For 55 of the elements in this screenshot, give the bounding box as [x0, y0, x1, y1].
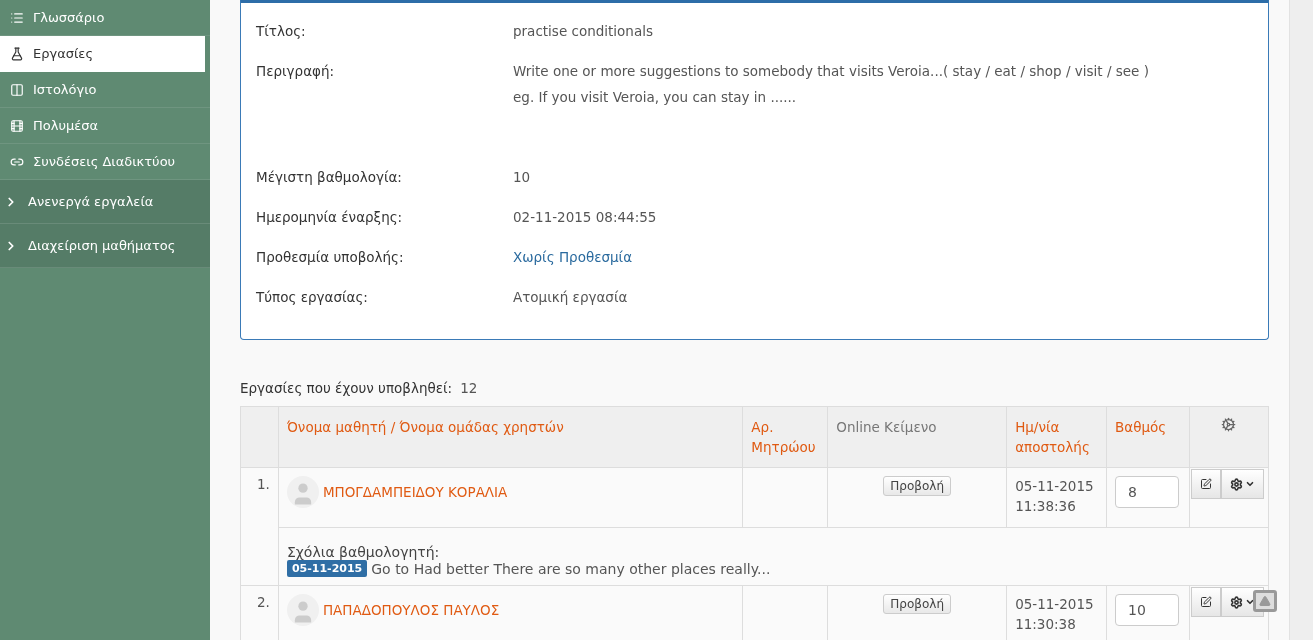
date-badge: 05-11-2015 — [286, 560, 368, 577]
sidebar-section[interactable]: Διαχείριση μαθήματος — [0, 224, 210, 268]
field-value: eg. If you visit Veroia, you can stay in ...... — [513, 89, 798, 105]
submission-time: 11:30:38 — [1015, 615, 1077, 634]
grade-input[interactable]: 10 — [1115, 594, 1179, 626]
column-header[interactable]: Βαθμός — [1106, 406, 1190, 468]
comments-label: Σχόλια βαθμολογητή: — [286, 544, 441, 560]
sidebar-section[interactable]: Ανενεργά εργαλεία — [0, 180, 210, 224]
comment-text: Go to Had better There are so many other places really... — [371, 560, 771, 577]
field-value: 10 — [513, 169, 531, 185]
submission-date: 05-11-2015 — [1015, 595, 1095, 614]
field-label: Ημερομηνία έναρξης: — [256, 209, 404, 227]
view-button[interactable]: Προβολή — [883, 476, 952, 496]
submission-time: 11:38:36 — [1015, 497, 1077, 516]
edit-button[interactable] — [1191, 587, 1221, 617]
field-label: Προθεσμία υποβολής: — [256, 249, 405, 267]
caret-icon — [1245, 597, 1255, 607]
column-header[interactable]: Ημ/νία αποστολής — [1006, 406, 1107, 468]
sidebar-item-icon — [10, 118, 24, 133]
settings-icon — [1230, 595, 1243, 609]
field-value: practise conditionals — [513, 23, 653, 39]
gears-icon — [1221, 417, 1237, 432]
field-label: Τύπος εργασίας: — [256, 289, 369, 307]
edit-button[interactable] — [1191, 469, 1221, 499]
field-label: Μέγιστη βαθμολογία: — [256, 169, 403, 187]
triangle-icon — [1259, 595, 1271, 607]
submission-date: 05-11-2015 — [1015, 477, 1095, 496]
edit-icon — [1200, 478, 1212, 490]
settings-icon — [1230, 477, 1243, 491]
sidebar-item[interactable]: Ιστολόγιο — [0, 72, 210, 108]
avatar-icon — [286, 594, 319, 626]
sidebar-item[interactable]: Εργασίες — [0, 36, 205, 72]
field-label: Περιγραφή: — [256, 63, 336, 81]
settings-dropdown-button[interactable] — [1221, 469, 1264, 499]
submissions-label: Εργασίες που έχουν υποβληθεί: — [240, 380, 453, 396]
grade-input[interactable]: 8 — [1115, 476, 1179, 508]
field-value: 02-11-2015 08:44:55 — [513, 209, 657, 225]
sidebar-item-icon — [10, 46, 24, 61]
column-header: Online Κείμενο — [827, 406, 1007, 468]
edit-icon — [1200, 596, 1212, 608]
column-header[interactable]: Αρ. Μητρώου — [742, 406, 828, 468]
field-value: Write one or more suggestions to somebody that visits Veroia...( stay / eat / shop / visit / see ) — [513, 63, 1149, 79]
field-value: Χωρίς Προθεσμία — [513, 249, 633, 265]
sidebar-item-icon — [10, 82, 24, 97]
avatar-icon — [286, 476, 319, 508]
row-number: 1. — [240, 467, 279, 586]
view-button[interactable]: Προβολή — [883, 594, 952, 614]
sidebar-item[interactable]: Πολυμέσα — [0, 108, 210, 144]
submissions-count: 12 — [460, 380, 478, 396]
caret-icon — [1245, 479, 1255, 489]
column-header[interactable]: Όνομα μαθητή / Όνομα ομάδας χρηστών — [278, 406, 743, 468]
sidebar-item-icon — [10, 10, 24, 25]
field-value: Ατομική εργασία — [513, 289, 628, 305]
row-number: 2. — [240, 585, 279, 640]
field-label: Τίτλος: — [256, 23, 307, 41]
